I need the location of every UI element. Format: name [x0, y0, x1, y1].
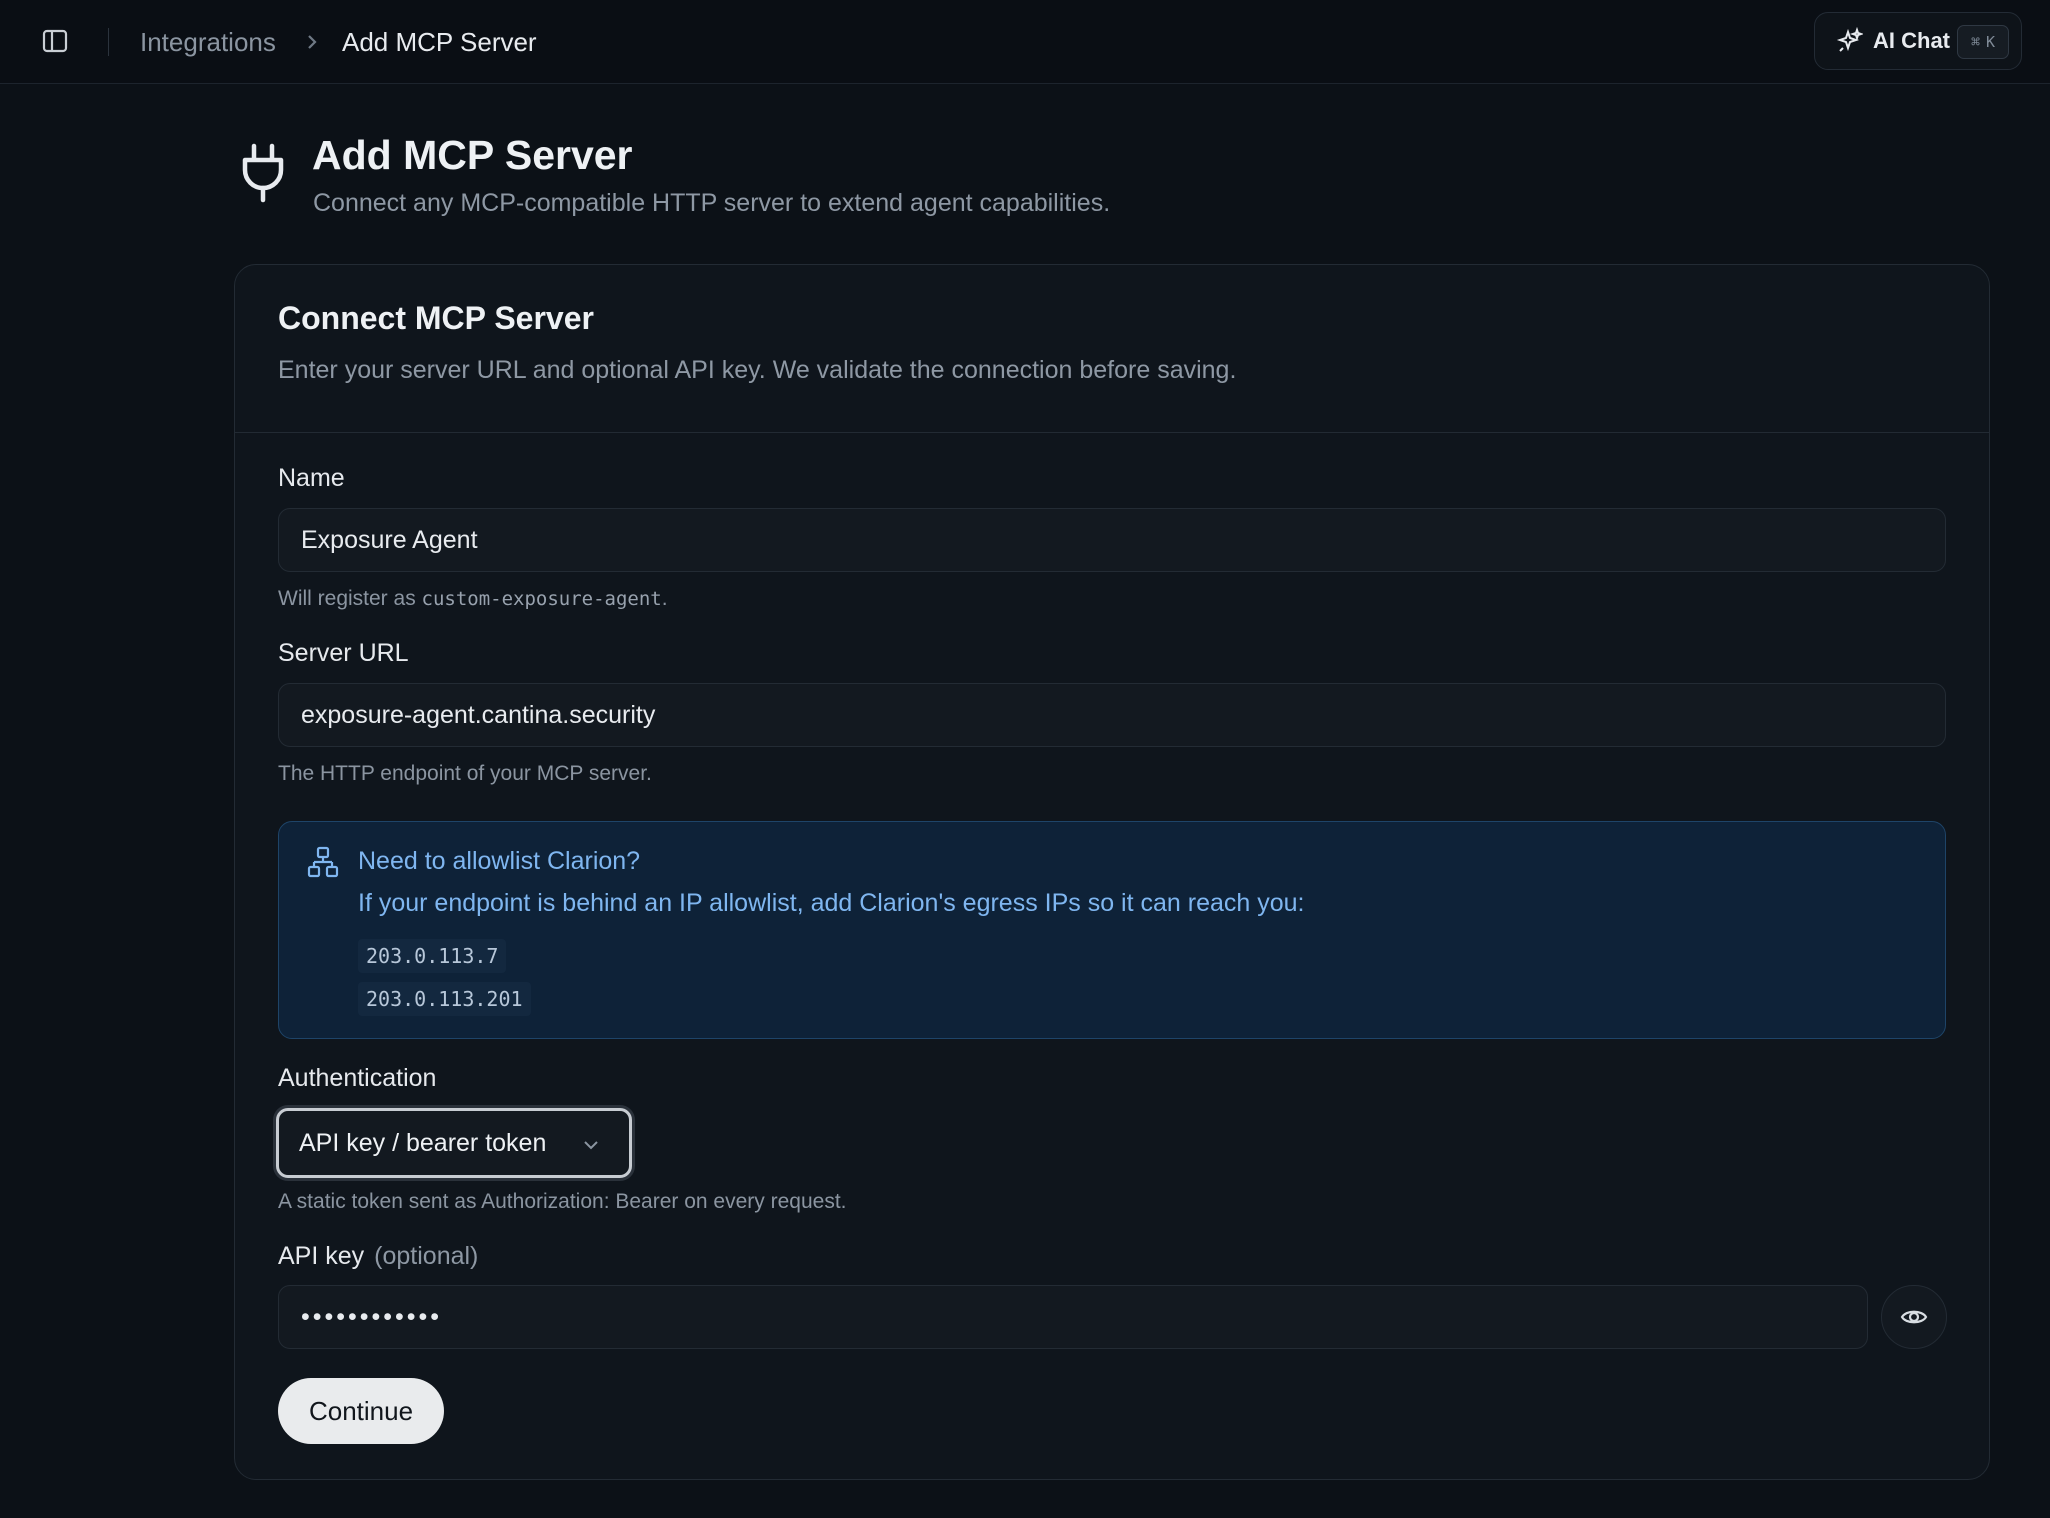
network-icon — [307, 846, 339, 878]
server-url-hint: The HTTP endpoint of your MCP server. — [278, 762, 652, 785]
page-title: Add MCP Server — [312, 132, 633, 178]
authentication-label: Authentication — [278, 1064, 437, 1092]
name-hint-code: custom-exposure-agent — [421, 588, 662, 610]
authentication-hint: A static token sent as Authorization: Be… — [278, 1190, 847, 1213]
allowlist-text: If your endpoint is behind an IP allowli… — [358, 889, 1305, 917]
continue-button[interactable]: Continue — [278, 1378, 444, 1444]
api-key-label: API key (optional) — [278, 1240, 478, 1272]
api-key-optional: (optional) — [374, 1242, 479, 1270]
server-url-input[interactable] — [278, 683, 1946, 747]
card-header: Connect MCP Server Enter your server URL… — [235, 265, 1989, 433]
card-description: Enter your server URL and optional API k… — [278, 356, 1237, 384]
eye-icon — [1900, 1310, 1928, 1324]
api-key-label-text: API key — [278, 1242, 365, 1270]
toggle-visibility-button[interactable] — [1881, 1285, 1947, 1349]
keyboard-shortcut: ⌘ K — [1957, 25, 2009, 59]
authentication-selected: API key / bearer token — [299, 1128, 547, 1157]
api-key-input[interactable] — [278, 1285, 1868, 1349]
page-subtitle: Connect any MCP-compatible HTTP server t… — [313, 189, 1111, 217]
authentication-select[interactable]: API key / bearer token — [276, 1108, 632, 1178]
breadcrumb-current: Add MCP Server — [342, 27, 537, 57]
kbd-key: K — [1986, 33, 1996, 51]
name-hint-suffix: . — [661, 587, 668, 610]
connect-server-card: Connect MCP Server Enter your server URL… — [234, 264, 1990, 1480]
name-hint: Will register as custom-exposure-agent. — [278, 585, 668, 613]
breadcrumb-integrations[interactable]: Integrations — [140, 24, 276, 60]
top-bar: Integrations Add MCP Server AI Chat ⌘ K — [0, 0, 2050, 84]
plug-icon — [242, 143, 284, 203]
toolbar-divider — [108, 28, 109, 56]
chevron-down-icon — [584, 1141, 598, 1150]
name-label: Name — [278, 464, 345, 492]
kbd-modifier: ⌘ — [1970, 33, 1980, 51]
sparkle-icon — [1836, 27, 1863, 52]
sidebar-toggle-icon[interactable] — [38, 24, 72, 58]
allowlist-title: Need to allowlist Clarion? — [358, 847, 641, 875]
allowlist-info-box: Need to allowlist Clarion? If your endpo… — [278, 821, 1946, 1039]
card-title: Connect MCP Server — [278, 300, 594, 336]
chevron-right-icon — [302, 28, 322, 56]
ai-chat-button[interactable]: AI Chat ⌘ K — [1814, 12, 2022, 70]
server-url-label: Server URL — [278, 639, 409, 667]
egress-ip: 203.0.113.7 — [358, 939, 507, 973]
name-hint-prefix: Will register as — [278, 587, 422, 610]
name-input[interactable] — [278, 508, 1946, 572]
ai-chat-label: AI Chat — [1873, 28, 1950, 53]
egress-ip: 203.0.113.201 — [358, 982, 531, 1016]
